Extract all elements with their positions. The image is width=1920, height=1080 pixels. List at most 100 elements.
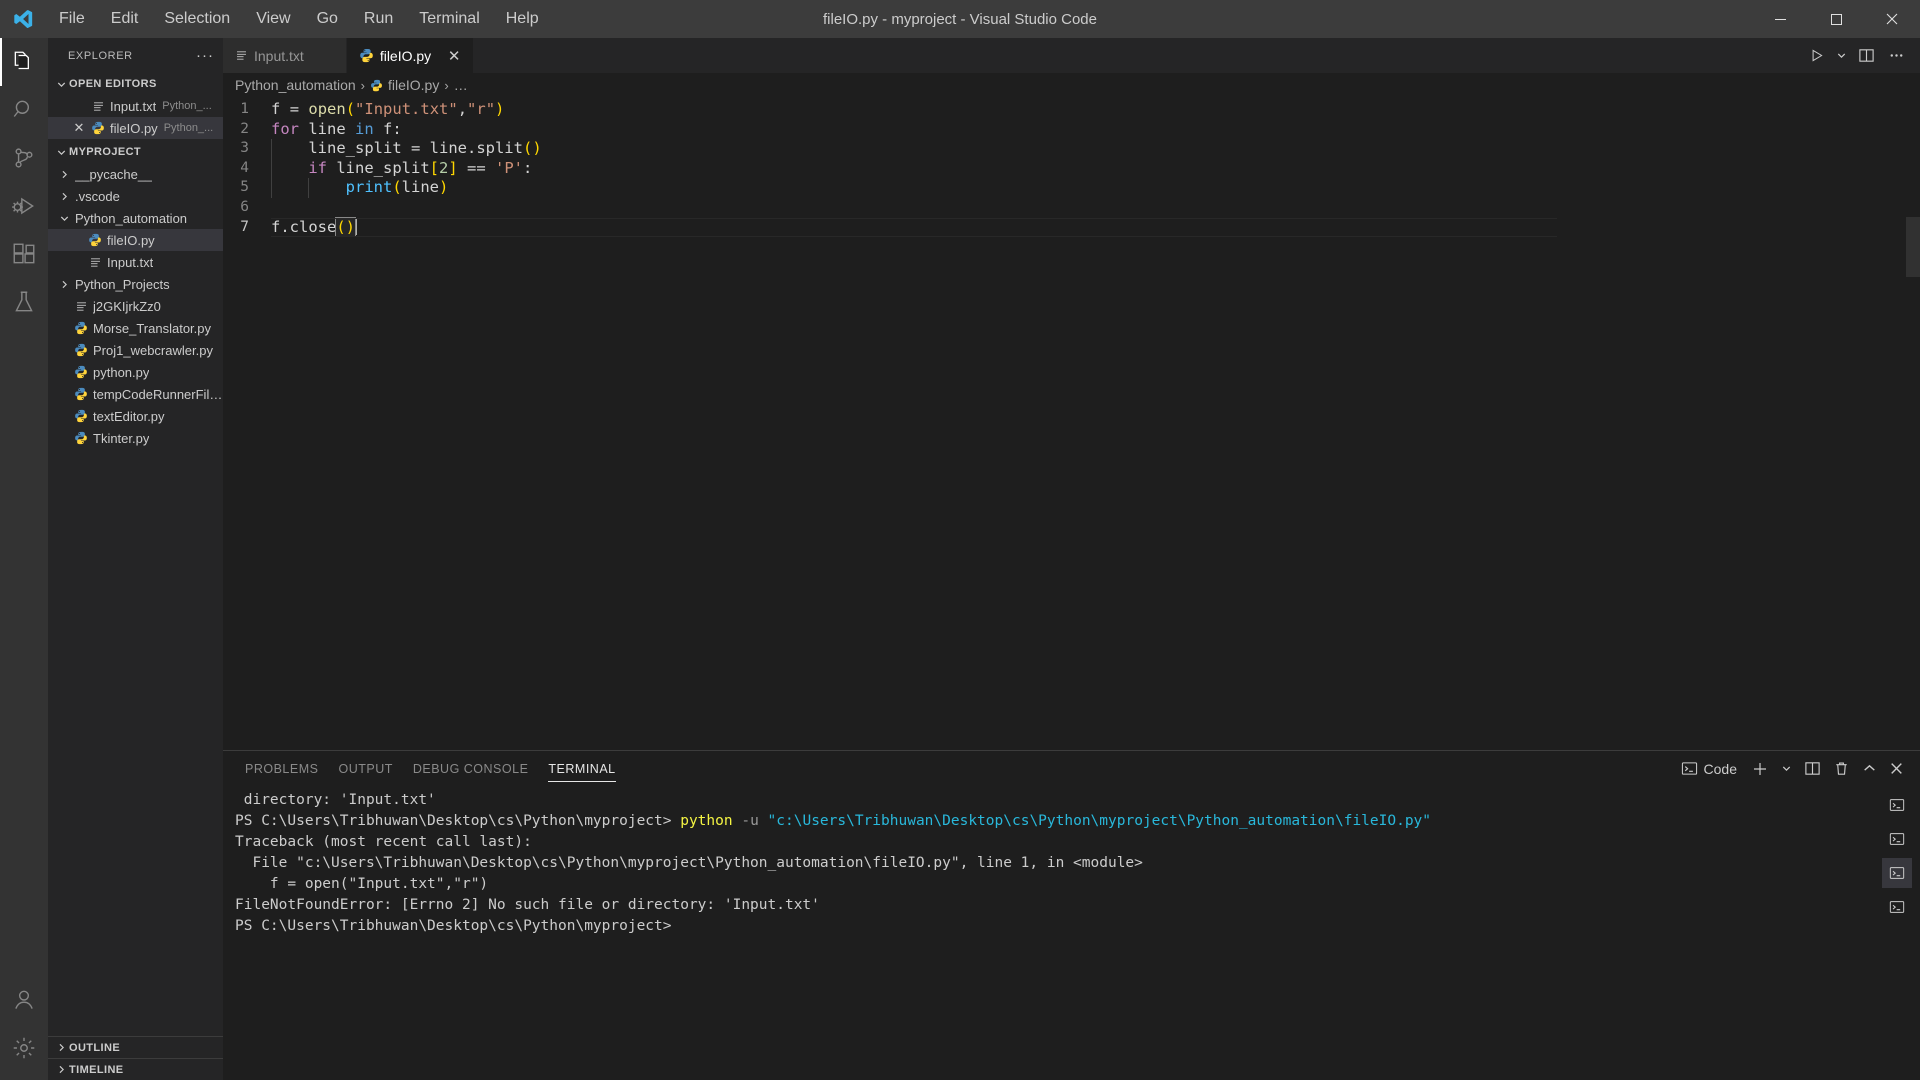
extensions-icon[interactable] — [0, 230, 48, 278]
close-panel-button[interactable] — [1885, 755, 1908, 783]
explorer-icon[interactable] — [0, 38, 48, 86]
breadcrumb[interactable]: Python_automation › fileIO.py › … — [223, 73, 1920, 97]
close-window-button[interactable] — [1864, 0, 1920, 38]
split-terminal-button[interactable] — [1800, 755, 1825, 783]
split-editor-right-button[interactable] — [1852, 41, 1880, 71]
settings-gear-icon[interactable] — [0, 1024, 48, 1072]
code-token: ] — [448, 158, 458, 177]
tab-terminal[interactable]: TERMINAL — [538, 751, 625, 786]
section-timeline[interactable]: TIMELINE — [48, 1058, 223, 1080]
activity-bar[interactable] — [0, 38, 48, 1080]
file-tree-item-label: j2GKIjrkZz0 — [93, 298, 161, 314]
code-token: () — [522, 139, 542, 158]
section-outline[interactable]: OUTLINE — [48, 1036, 223, 1058]
menu-run[interactable]: Run — [351, 0, 406, 38]
run-python-file-button[interactable] — [1802, 41, 1830, 71]
menu-view[interactable]: View — [243, 0, 303, 38]
menu-edit[interactable]: Edit — [98, 0, 152, 38]
more-actions-button[interactable] — [1882, 41, 1910, 71]
source-control-icon[interactable] — [0, 134, 48, 182]
menu-bar[interactable]: File Edit Selection View Go Run Terminal… — [46, 0, 552, 38]
code-line-text[interactable]: line_split = line.split() — [271, 139, 542, 159]
terminal-shell-label: Code — [1703, 760, 1737, 777]
tab-input-txt[interactable]: Input.txt ✕ — [223, 38, 347, 73]
python-file-icon — [72, 343, 90, 357]
editor-area: Input.txt ✕ fileIO.py ✕ — [223, 38, 1920, 1080]
window-controls[interactable] — [1752, 0, 1920, 38]
run-and-debug-icon[interactable] — [0, 182, 48, 230]
terminal-text: FileNotFoundError: [Errno 2] No such fil… — [235, 897, 820, 913]
close-editor-icon[interactable]: ✕ — [69, 120, 89, 136]
file-tree-item[interactable]: Python_automation — [48, 207, 223, 229]
section-open-editors[interactable]: OPEN EDITORS — [48, 73, 223, 95]
kill-terminal-button[interactable] — [1829, 755, 1854, 783]
code-token: line — [299, 119, 355, 138]
code-line[interactable]: 1 f = open("Input.txt","r") — [223, 100, 1920, 120]
terminal-shell-selector[interactable]: Code — [1675, 760, 1743, 777]
open-editor-item-fileio-py[interactable]: ✕ fileIO.py Python_... — [48, 117, 223, 139]
code-editor[interactable]: 1f = open("Input.txt","r") 2 for line in f… — [223, 97, 1920, 750]
indent-guide — [271, 158, 272, 179]
tab-output[interactable]: OUTPUT — [328, 751, 402, 786]
terminal-instance-4[interactable] — [1882, 892, 1912, 922]
code-line-text[interactable]: f.close() — [271, 216, 1557, 238]
code-line-text[interactable]: if line_split[2] == 'P': — [271, 158, 532, 179]
menu-help[interactable]: Help — [493, 0, 552, 38]
terminal-instance-2[interactable] — [1882, 824, 1912, 854]
new-terminal-button[interactable] — [1747, 755, 1773, 783]
code-line[interactable]: 3 line_split = line.split() — [223, 139, 1920, 159]
accounts-icon[interactable] — [0, 976, 48, 1024]
breadcrumb-file[interactable]: fileIO.py — [388, 77, 439, 93]
code-line-text[interactable]: f = open("Input.txt","r") — [271, 100, 504, 120]
terminal-instance-list[interactable] — [1874, 786, 1920, 1080]
terminal-text: File "c:\Users\Tribhuwan\Desktop\cs\Pyth… — [235, 855, 1143, 871]
line-number: 4 — [240, 159, 249, 176]
terminal-line: PS C:\Users\Tribhuwan\Desktop\cs\Python\… — [235, 811, 1874, 832]
file-tree-item[interactable]: tempCodeRunnerFile.... — [48, 383, 223, 405]
breadcrumb-folder[interactable]: Python_automation — [235, 77, 356, 93]
file-tree-item[interactable]: Python_Projects — [48, 273, 223, 295]
code-line-text[interactable]: for line in f: — [271, 120, 402, 140]
file-tree-item[interactable]: Morse_Translator.py — [48, 317, 223, 339]
terminal-instance-3[interactable] — [1882, 858, 1912, 888]
testing-icon[interactable] — [0, 278, 48, 326]
maximize-button[interactable] — [1808, 0, 1864, 38]
file-tree-item[interactable]: Proj1_webcrawler.py — [48, 339, 223, 361]
file-tree-item[interactable]: j2GKIjrkZz0 — [48, 295, 223, 317]
new-terminal-chevron-icon[interactable] — [1777, 755, 1796, 783]
tab-problems[interactable]: PROBLEMS — [235, 751, 328, 786]
menu-selection[interactable]: Selection — [151, 0, 243, 38]
open-editor-item-input-txt[interactable]: Input.txt Python_... — [48, 95, 223, 117]
file-tree-item[interactable]: Tkinter.py — [48, 427, 223, 449]
code-line[interactable]: 2 for line in f: — [223, 120, 1920, 140]
menu-go[interactable]: Go — [304, 0, 351, 38]
terminal-output[interactable]: directory: 'Input.txt' PS C:\Users\Tribhu… — [223, 786, 1874, 1080]
terminal-instance-1[interactable] — [1882, 790, 1912, 820]
minimize-button[interactable] — [1752, 0, 1808, 38]
section-myproject[interactable]: MYPROJECT — [48, 141, 223, 163]
run-options-chevron-icon[interactable] — [1832, 41, 1850, 71]
search-icon[interactable] — [0, 86, 48, 134]
close-tab-button[interactable]: ✕ — [445, 47, 463, 65]
code-line-text[interactable]: print(line) — [271, 178, 448, 198]
tab-debug-console[interactable]: DEBUG CONSOLE — [403, 751, 539, 786]
menu-file[interactable]: File — [46, 0, 98, 38]
sidebar-more-actions-button[interactable]: ··· — [196, 47, 214, 64]
collapse-panel-button[interactable] — [1858, 755, 1881, 783]
code-line[interactable]: 6 — [223, 198, 1920, 218]
tab-fileio-py[interactable]: fileIO.py ✕ — [346, 38, 475, 73]
breadcrumb-symbol[interactable]: … — [454, 77, 468, 93]
code-line[interactable]: 4 if line_split[2] == 'P': — [223, 158, 1920, 179]
code-line[interactable]: 5 print(line) — [223, 178, 1920, 198]
code-lines[interactable]: 1f = open("Input.txt","r") 2 for line in f… — [223, 97, 1920, 750]
file-tree-item[interactable]: __pycache__ — [48, 163, 223, 185]
editor-scrollbar[interactable] — [1906, 217, 1920, 277]
menu-terminal[interactable]: Terminal — [406, 0, 492, 38]
file-tree-item[interactable]: .vscode — [48, 185, 223, 207]
file-tree-item[interactable]: Input.txt — [48, 251, 223, 273]
file-tree-item[interactable]: textEditor.py — [48, 405, 223, 427]
file-tree-item[interactable]: python.py — [48, 361, 223, 383]
file-tree-item[interactable]: fileIO.py — [48, 229, 223, 251]
code-line[interactable]: 7 f.close() — [223, 216, 1920, 238]
